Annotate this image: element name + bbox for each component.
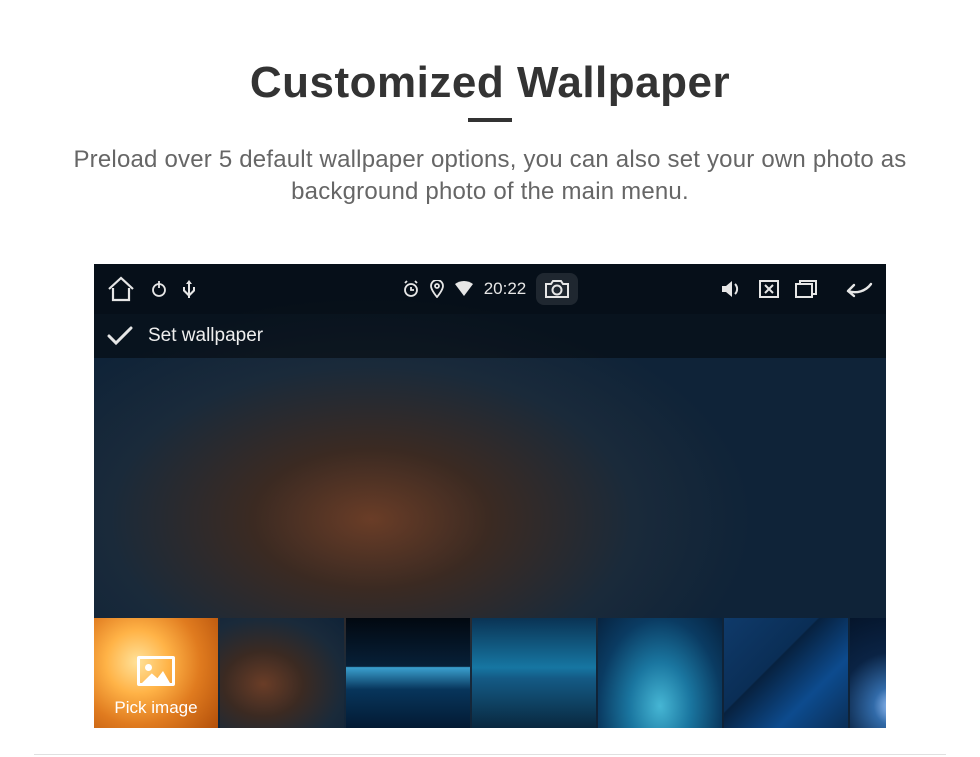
- wallpaper-thumb[interactable]: [346, 618, 470, 728]
- status-bar: 20:22: [94, 264, 886, 314]
- title-underline: [468, 118, 512, 122]
- wallpaper-thumb[interactable]: [220, 618, 344, 728]
- back-icon[interactable]: [838, 280, 874, 298]
- wallpaper-thumbnails: Pick image: [94, 616, 886, 728]
- wallpaper-thumb[interactable]: [850, 618, 886, 728]
- camera-icon: [544, 279, 570, 299]
- image-icon: [137, 656, 175, 686]
- usb-icon: [182, 279, 196, 299]
- power-icon: [150, 280, 168, 298]
- page-title: Customized Wallpaper: [0, 58, 980, 108]
- volume-icon[interactable]: [720, 279, 744, 299]
- status-time: 20:22: [484, 279, 527, 299]
- wallpaper-thumb[interactable]: [724, 618, 848, 728]
- set-wallpaper-label: Set wallpaper: [148, 325, 263, 347]
- pick-image-button[interactable]: Pick image: [94, 618, 218, 728]
- camera-button[interactable]: [536, 273, 578, 305]
- wallpaper-thumb[interactable]: [472, 618, 596, 728]
- home-icon[interactable]: [106, 276, 136, 302]
- wifi-icon: [454, 281, 474, 297]
- section-divider: [34, 754, 946, 755]
- recent-apps-icon[interactable]: [794, 279, 818, 299]
- status-bar-left: [106, 276, 196, 302]
- location-icon: [430, 280, 444, 298]
- checkmark-icon: [106, 325, 134, 347]
- alarm-icon: [402, 280, 420, 298]
- page-subtitle: Preload over 5 default wallpaper options…: [0, 144, 980, 209]
- wallpaper-thumb[interactable]: [598, 618, 722, 728]
- pick-image-label: Pick image: [114, 698, 197, 718]
- set-wallpaper-bar[interactable]: Set wallpaper: [94, 314, 886, 358]
- device-screenshot: 20:22: [94, 264, 886, 728]
- status-bar-right: [720, 279, 874, 299]
- close-box-icon[interactable]: [758, 279, 780, 299]
